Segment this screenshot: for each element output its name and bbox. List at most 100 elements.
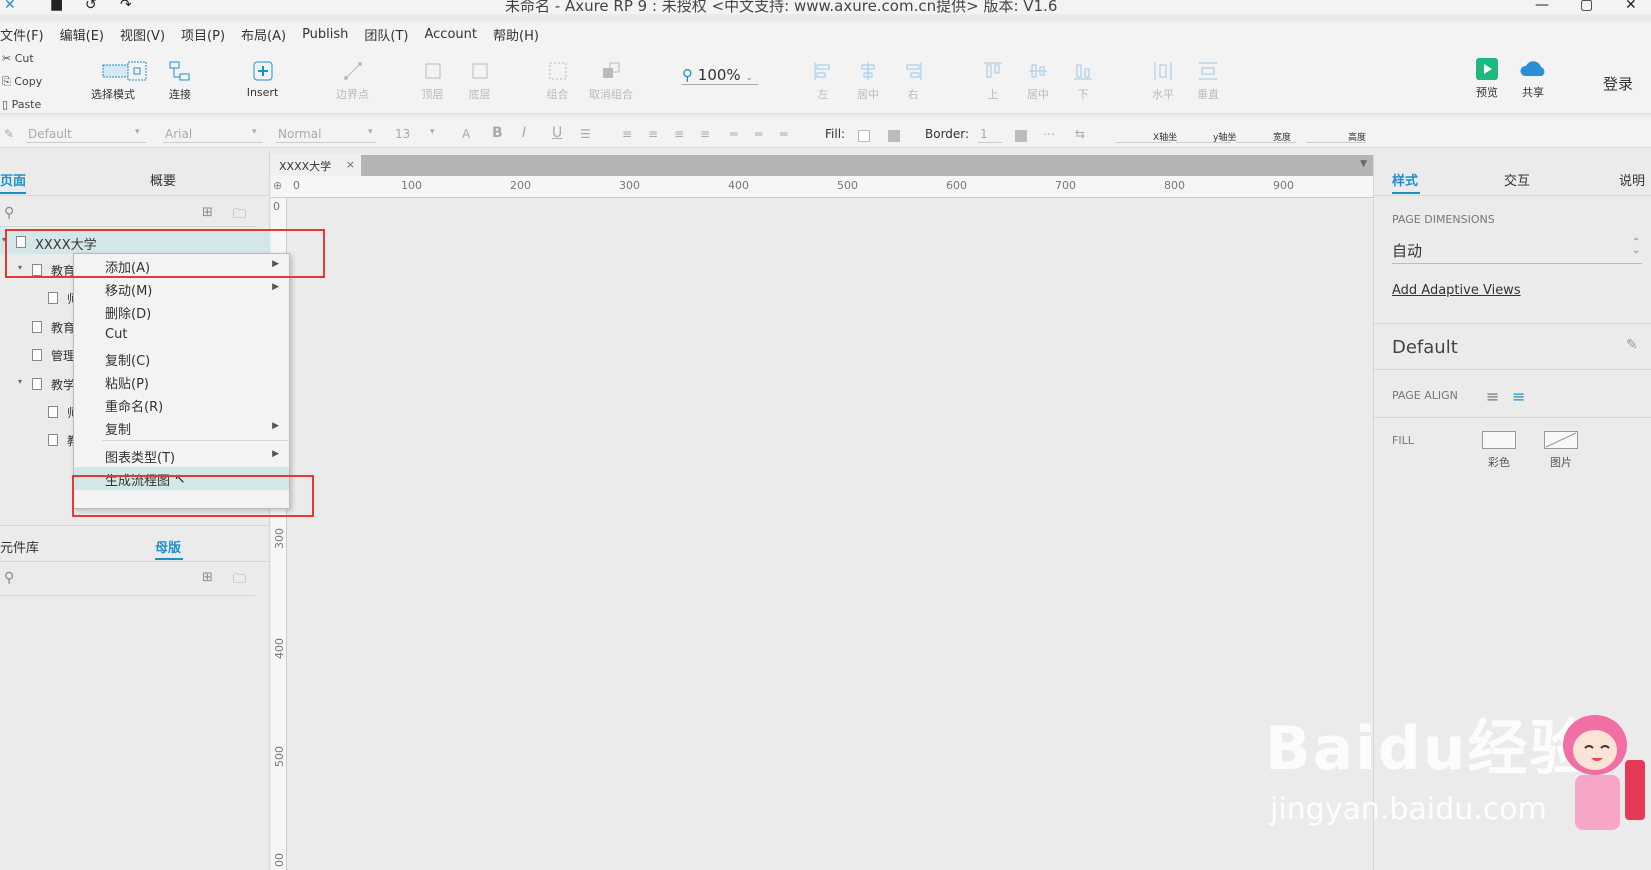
add-master-icon[interactable]: ⊞ <box>202 570 213 585</box>
line-style-icon[interactable]: ⋯ <box>1043 127 1055 141</box>
menu-item-cut[interactable]: Cut <box>74 324 289 347</box>
insert-button[interactable]: Insert <box>240 60 285 99</box>
menu-item-diagram-type[interactable]: 图表类型(T) ▶ <box>74 444 289 467</box>
tab-interaction[interactable]: 交互 <box>1504 170 1530 189</box>
style-select[interactable]: Default <box>28 127 72 141</box>
points-icon <box>343 62 362 80</box>
menu-publish[interactable]: Publish <box>302 27 348 42</box>
group-button[interactable]: 组合 <box>540 60 575 102</box>
tab-library[interactable]: 元件库 <box>0 537 39 556</box>
minimize-icon[interactable]: — <box>1535 0 1549 13</box>
valign-middle-icon[interactable]: ═ <box>755 127 762 141</box>
points-button[interactable]: 边界点 <box>330 60 375 102</box>
menu-account[interactable]: Account <box>425 27 478 42</box>
menu-view[interactable]: 视图(V) <box>120 25 165 44</box>
select-contain-button[interactable] <box>124 60 150 86</box>
close-icon[interactable]: ✕ <box>1625 0 1637 13</box>
connect-button[interactable]: 连接 <box>160 60 200 102</box>
font-weight-select[interactable]: Normal <box>278 127 321 141</box>
valign-bottom-icon[interactable]: ═ <box>780 127 787 141</box>
add-adaptive-views-link[interactable]: Add Adaptive Views <box>1392 283 1521 298</box>
menu-item-paste[interactable]: 粘贴(P) <box>74 370 289 393</box>
font-select[interactable]: Arial <box>165 127 192 141</box>
align-right-button[interactable]: 右 <box>900 60 926 102</box>
menu-item-duplicate[interactable]: 复制 ▶ <box>74 416 289 439</box>
page-dimensions-select[interactable]: 自动 <box>1392 240 1422 261</box>
menu-item-rename[interactable]: 重命名(R) <box>74 393 289 416</box>
font-color-icon[interactable]: A <box>462 127 470 141</box>
bold-icon[interactable]: B <box>492 125 503 141</box>
tab-pages[interactable]: 页面 <box>0 170 26 189</box>
menu-edit[interactable]: 编辑(E) <box>60 25 104 44</box>
copy-button[interactable]: ⎘ Copy <box>2 75 42 89</box>
distribute-v-button[interactable]: 垂直 <box>1195 60 1221 102</box>
underline-icon[interactable]: U <box>552 125 562 141</box>
menu-item-copy[interactable]: 复制(C) <box>74 347 289 370</box>
search-icon[interactable]: ⚲ <box>4 570 14 586</box>
document-tab[interactable]: XXXX大学 × <box>271 155 361 176</box>
login-button[interactable]: 登录 <box>1603 73 1633 94</box>
add-page-icon[interactable]: ⊞ <box>202 205 213 220</box>
send-back-button[interactable]: 底层 <box>462 60 497 102</box>
text-align-right-icon[interactable]: ≡ <box>674 127 684 141</box>
list-icon[interactable]: ☰ <box>580 127 591 141</box>
menu-project[interactable]: 项目(P) <box>181 25 225 44</box>
zoom-select[interactable]: ⚲ 100% ⌄ <box>682 66 758 85</box>
add-folder-icon[interactable]: 🗀 <box>233 570 246 592</box>
font-size-select[interactable]: 13 <box>395 127 410 141</box>
tab-style[interactable]: 样式 <box>1392 170 1418 189</box>
chevron-down-icon[interactable]: ▼ <box>1360 159 1367 169</box>
close-tab-icon[interactable]: × <box>346 158 355 171</box>
distribute-h-button[interactable]: 水平 <box>1150 60 1176 102</box>
ungroup-button[interactable]: 取消组合 <box>585 60 637 102</box>
paste-button[interactable]: ▯ Paste <box>2 98 41 111</box>
cut-button[interactable]: ✂ Cut <box>2 52 34 65</box>
fill-color-button[interactable] <box>1482 431 1516 449</box>
undo-icon[interactable]: ↺ <box>85 0 97 13</box>
border-width-input[interactable]: 1 <box>980 127 988 141</box>
edit-style-icon[interactable]: ✎ <box>1626 337 1638 353</box>
bring-front-button[interactable]: 顶层 <box>415 60 450 102</box>
align-left-button[interactable]: 左 <box>810 60 836 102</box>
tab-notes[interactable]: 说明 <box>1619 170 1645 189</box>
redo-icon[interactable]: ↷ <box>120 0 132 13</box>
canvas[interactable] <box>271 155 1373 870</box>
text-align-center-icon[interactable]: ≡ <box>648 127 658 141</box>
valign-top-icon[interactable]: ═ <box>730 127 737 141</box>
text-align-left-icon[interactable]: ≡ <box>622 127 632 141</box>
preview-button[interactable]: 预览 <box>1472 58 1502 100</box>
shadow-swatch[interactable] <box>888 130 900 142</box>
page-align-center-icon[interactable]: ≡ <box>1512 387 1525 406</box>
align-top-button[interactable]: 上 <box>980 60 1006 102</box>
share-button[interactable]: 共享 <box>1515 58 1551 100</box>
menu-item-move[interactable]: 移动(M) ▶ <box>74 277 289 300</box>
main-toolbar: ✂ Cut ⎘ Copy ▯ Paste 选择模式 连接 Insert 边界点 … <box>0 46 1651 114</box>
search-icon[interactable]: ⚲ <box>4 205 14 221</box>
fill-color-swatch[interactable] <box>858 130 870 142</box>
collapse-icon[interactable]: ▾ <box>18 377 22 386</box>
align-middle-button[interactable]: 居中 <box>1025 60 1051 102</box>
arrow-style-icon[interactable]: ⇆ <box>1075 127 1085 141</box>
tab-outline[interactable]: 概要 <box>150 170 176 189</box>
page-align-left-icon[interactable]: ≡ <box>1486 387 1499 406</box>
menu-file[interactable]: 文件(F) <box>0 25 44 44</box>
menu-help[interactable]: 帮助(H) <box>493 25 539 44</box>
border-color-swatch[interactable] <box>1015 130 1027 142</box>
maximize-icon[interactable]: ▢ <box>1580 0 1593 13</box>
add-folder-icon[interactable]: 🗀 <box>233 205 246 227</box>
tab-masters[interactable]: 母版 <box>155 537 181 556</box>
fill-image-button[interactable] <box>1544 431 1578 449</box>
menu-team[interactable]: 团队(T) <box>364 25 408 44</box>
border-label: Border: <box>925 127 970 141</box>
style-edit-icon[interactable]: ✎ <box>4 127 14 141</box>
menu-item-delete[interactable]: 删除(D) <box>74 300 289 323</box>
ruler-label: 500 <box>273 746 286 767</box>
fill-image-label: 图片 <box>1550 456 1572 469</box>
align-bottom-button[interactable]: 下 <box>1070 60 1096 102</box>
save-icon[interactable]: ■ <box>50 0 63 13</box>
align-center-button[interactable]: 居中 <box>855 60 881 102</box>
axure-logo-icon: ✕ <box>4 0 16 13</box>
menu-layout[interactable]: 布局(A) <box>241 25 286 44</box>
italic-icon[interactable]: I <box>522 125 526 141</box>
text-justify-icon[interactable]: ≡ <box>700 127 710 141</box>
